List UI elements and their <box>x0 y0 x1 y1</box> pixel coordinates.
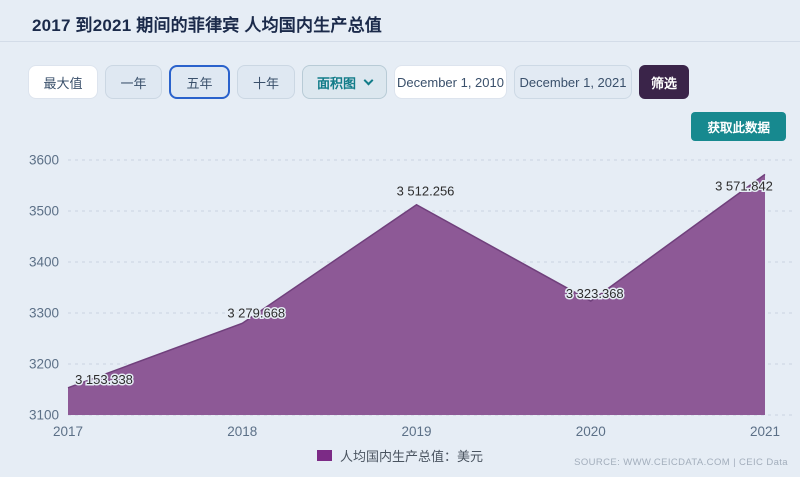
source-attribution: SOURCE: WWW.CEICDATA.COM | CEIC Data <box>574 457 788 468</box>
date-to-input[interactable] <box>514 65 632 99</box>
chart-svg[interactable]: 3600 3500 3400 3300 3200 31002017 2018 2019 2020… <box>0 150 800 445</box>
range-button-max[interactable]: 最大值 <box>28 65 98 99</box>
chart-area[interactable]: 3600 3500 3400 3300 3200 3100 2017 2018 2019 2020… <box>0 150 800 445</box>
point-label: 3 512.256 <box>397 184 455 199</box>
legend-swatch <box>316 450 332 461</box>
y-tick-label: 3400 <box>29 255 59 270</box>
toolbar: 最大值 一年 五年 十年 面积图 筛选 <box>28 65 689 99</box>
point-label: 3 571.842 <box>715 178 773 193</box>
title-divider <box>0 41 800 42</box>
y-tick-label: 3500 <box>29 204 59 219</box>
range-button-10-year[interactable]: 十年 <box>237 65 295 99</box>
x-axis-label: 2017 <box>53 424 83 439</box>
page-title: 2017 到2021 期间的菲律宾 人均国内生产总值 <box>32 16 383 35</box>
y-tick-label: 3200 <box>29 357 59 372</box>
point-label: 3 323.368 <box>566 286 624 301</box>
y-tick-label: 3300 <box>29 306 59 321</box>
x-axis-label: 2019 <box>401 424 431 439</box>
point-label: 3 153.338 <box>75 372 133 387</box>
x-axis-label: 2018 <box>227 424 257 439</box>
y-tick-label: 3100 <box>29 408 59 423</box>
x-axis-label: 2021 <box>750 424 780 439</box>
ceic-chart-page: 2017 到2021 期间的菲律宾 人均国内生产总值 最大值 一年 五年 十年 … <box>0 0 800 477</box>
chart-type-select[interactable]: 面积图 <box>302 65 387 99</box>
date-from-input[interactable] <box>394 65 507 99</box>
y-tick-label: 3600 <box>29 153 59 168</box>
filter-button[interactable]: 筛选 <box>639 65 689 99</box>
point-label: 3 279.668 <box>227 305 285 320</box>
area-shape <box>68 174 765 415</box>
legend-label: 人均国内生产总值：美元 <box>339 449 483 464</box>
range-button-1-year[interactable]: 一年 <box>105 65 162 99</box>
range-button-5-year[interactable]: 五年 <box>169 65 230 99</box>
x-axis-label: 2020 <box>576 424 606 439</box>
get-data-button[interactable]: 获取此数据 <box>691 112 786 141</box>
chevron-down-icon <box>363 75 374 85</box>
chart-type-value: 面积图 <box>316 75 356 91</box>
